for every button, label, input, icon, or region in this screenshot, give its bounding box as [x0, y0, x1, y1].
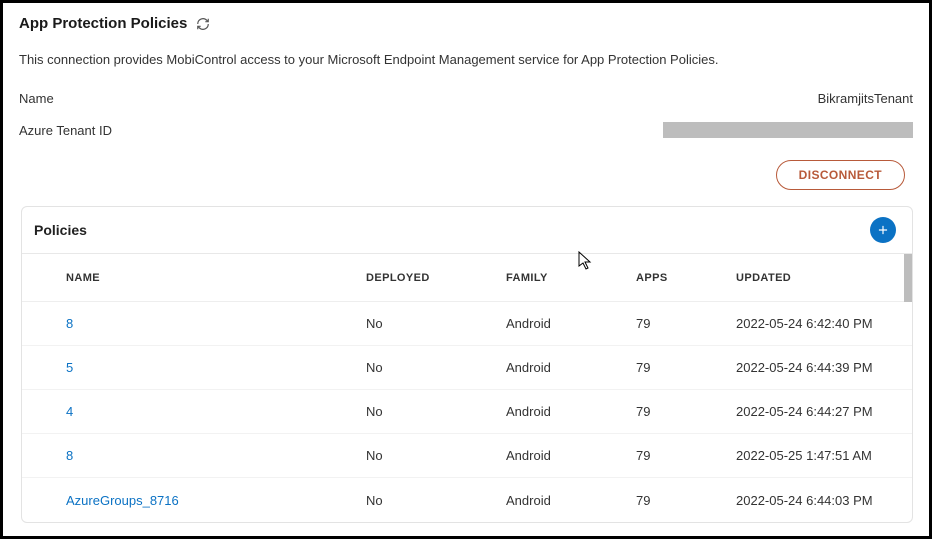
tenant-id-label: Azure Tenant ID [19, 123, 112, 138]
col-name[interactable]: NAME [66, 272, 366, 284]
table-row: AzureGroups_8716 No Android 79 2022-05-2… [22, 478, 912, 522]
cell-family: Android [506, 360, 636, 375]
cell-updated: 2022-05-25 1:47:51 AM [736, 448, 904, 463]
policy-name-link[interactable]: 8 [66, 316, 366, 331]
policies-card: Policies NAME DEPLOYED FAMILY APPS UPDAT… [21, 206, 913, 523]
table-row: 5 No Android 79 2022-05-24 6:44:39 PM [22, 346, 912, 390]
policy-name-link[interactable]: 8 [66, 448, 366, 463]
page-title: App Protection Policies [19, 15, 187, 32]
cell-deployed: No [366, 360, 506, 375]
cell-deployed: No [366, 404, 506, 419]
cell-family: Android [506, 493, 636, 508]
cell-apps: 79 [636, 360, 736, 375]
cell-family: Android [506, 316, 636, 331]
disconnect-button[interactable]: DISCONNECT [776, 160, 905, 190]
tenant-id-value-redacted [663, 122, 913, 138]
cell-apps: 79 [636, 493, 736, 508]
col-family[interactable]: FAMILY [506, 272, 636, 284]
policy-name-link[interactable]: AzureGroups_8716 [66, 493, 366, 508]
cell-deployed: No [366, 448, 506, 463]
cell-apps: 79 [636, 448, 736, 463]
col-deployed[interactable]: DEPLOYED [366, 272, 506, 284]
cell-updated: 2022-05-24 6:44:39 PM [736, 360, 904, 375]
name-field-value: BikramjitsTenant [818, 91, 913, 106]
policies-table: NAME DEPLOYED FAMILY APPS UPDATED 8 No A… [22, 254, 912, 522]
connection-description: This connection provides MobiControl acc… [3, 40, 929, 83]
cell-updated: 2022-05-24 6:44:27 PM [736, 404, 904, 419]
col-updated[interactable]: UPDATED [736, 272, 904, 284]
cell-apps: 79 [636, 316, 736, 331]
col-apps[interactable]: APPS [636, 272, 736, 284]
policy-name-link[interactable]: 5 [66, 360, 366, 375]
cell-apps: 79 [636, 404, 736, 419]
cell-updated: 2022-05-24 6:44:03 PM [736, 493, 904, 508]
policies-title: Policies [34, 222, 87, 238]
policy-name-link[interactable]: 4 [66, 404, 366, 419]
cell-deployed: No [366, 316, 506, 331]
table-row: 8 No Android 79 2022-05-24 6:42:40 PM [22, 302, 912, 346]
table-row: 8 No Android 79 2022-05-25 1:47:51 AM [22, 434, 912, 478]
table-header: NAME DEPLOYED FAMILY APPS UPDATED [22, 254, 912, 302]
name-field-label: Name [19, 91, 54, 106]
refresh-icon[interactable] [195, 16, 211, 32]
scrollbar[interactable] [904, 254, 912, 302]
add-policy-button[interactable] [870, 217, 896, 243]
cell-deployed: No [366, 493, 506, 508]
cell-family: Android [506, 448, 636, 463]
cell-updated: 2022-05-24 6:42:40 PM [736, 316, 904, 331]
table-row: 4 No Android 79 2022-05-24 6:44:27 PM [22, 390, 912, 434]
cell-family: Android [506, 404, 636, 419]
